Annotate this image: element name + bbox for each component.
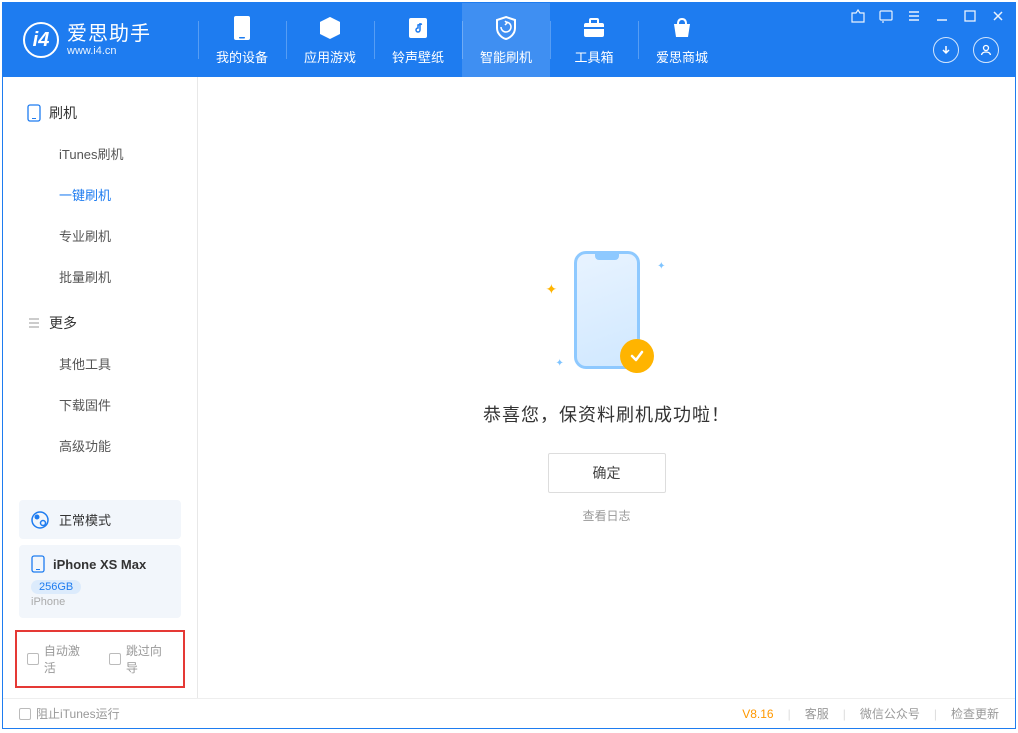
checkbox-box	[19, 708, 31, 720]
highlighted-checkbox-row: 自动激活 跳过向导	[15, 630, 185, 688]
download-button[interactable]	[933, 37, 959, 63]
feedback-icon[interactable]	[879, 9, 893, 23]
app-title: 爱思助手	[67, 23, 151, 45]
tab-my-device[interactable]: 我的设备	[198, 3, 286, 77]
toolbox-icon	[581, 15, 607, 41]
user-controls	[933, 37, 999, 63]
device-type: iPhone	[31, 596, 169, 608]
success-message: 恭喜您，保资料刷机成功啦！	[483, 401, 730, 427]
tab-toolbox[interactable]: 工具箱	[550, 3, 638, 77]
titlebar: i4 爱思助手 www.i4.cn 我的设备 应用游戏 铃声壁纸 智能刷机	[3, 3, 1015, 77]
checkbox-box	[109, 653, 121, 665]
device-name: iPhone XS Max	[53, 557, 146, 572]
app-window: i4 爱思助手 www.i4.cn 我的设备 应用游戏 铃声壁纸 智能刷机	[2, 2, 1016, 729]
sidebar-item-download-firmware[interactable]: 下载固件	[3, 384, 197, 425]
window-controls	[851, 9, 1005, 23]
success-illustration: ✦ ✦ ✦	[542, 251, 672, 381]
app-subtitle: www.i4.cn	[67, 45, 151, 57]
music-icon	[405, 15, 431, 41]
device-icon	[27, 104, 41, 122]
sidebar-item-pro-flash[interactable]: 专业刷机	[3, 215, 197, 256]
menu-icon[interactable]	[907, 9, 921, 23]
tab-label: 爱思商城	[656, 47, 708, 66]
sidebar-bottom: 正常模式 iPhone XS Max 256GB iPhone 自动激活 跳过向…	[3, 494, 197, 698]
checkbox-label: 跳过向导	[126, 642, 173, 676]
sparkle-icon: ✦	[546, 281, 558, 298]
device-name-row: iPhone XS Max	[31, 555, 169, 573]
sidebar-item-advanced[interactable]: 高级功能	[3, 425, 197, 466]
section-title: 更多	[49, 313, 77, 333]
body: 刷机 iTunes刷机 一键刷机 专业刷机 批量刷机 更多 其他工具 下载固件 …	[3, 77, 1015, 698]
tab-store[interactable]: 爱思商城	[638, 3, 726, 77]
account-button[interactable]	[973, 37, 999, 63]
tab-label: 应用游戏	[304, 47, 356, 66]
tab-label: 工具箱	[574, 47, 613, 66]
nav-tabs: 我的设备 应用游戏 铃声壁纸 智能刷机 工具箱 爱思商城	[198, 3, 726, 77]
checkbox-auto-activate[interactable]: 自动激活	[27, 642, 91, 676]
store-icon	[669, 15, 695, 41]
storage-badge: 256GB	[31, 580, 81, 594]
phone-icon	[229, 15, 255, 41]
footer-right: V8.16 | 客服 | 微信公众号 | 检查更新	[742, 705, 999, 722]
logo-area: i4 爱思助手 www.i4.cn	[3, 3, 198, 77]
sidebar-item-batch-flash[interactable]: 批量刷机	[3, 256, 197, 297]
sidebar-section-more: 更多 其他工具 下载固件 高级功能	[3, 305, 197, 474]
section-title: 刷机	[49, 103, 77, 123]
device-card[interactable]: iPhone XS Max 256GB iPhone	[19, 545, 181, 618]
shield-icon	[493, 15, 519, 41]
tab-label: 铃声壁纸	[392, 47, 444, 66]
mode-label: 正常模式	[59, 510, 111, 529]
checkbox-label: 阻止iTunes运行	[36, 705, 120, 722]
sidebar-item-oneclick-flash[interactable]: 一键刷机	[3, 174, 197, 215]
minimize-button[interactable]	[935, 9, 949, 23]
sidebar-item-other-tools[interactable]: 其他工具	[3, 343, 197, 384]
footer-link-support[interactable]: 客服	[805, 705, 829, 722]
list-icon	[27, 316, 41, 330]
logo-icon: i4	[23, 22, 59, 58]
sidebar-item-itunes-flash[interactable]: iTunes刷机	[3, 133, 197, 174]
checkbox-skip-guide[interactable]: 跳过向导	[109, 642, 173, 676]
version-label: V8.16	[742, 707, 773, 721]
main-content: ✦ ✦ ✦ 恭喜您，保资料刷机成功啦！ 确定 查看日志	[198, 77, 1015, 698]
tab-apps[interactable]: 应用游戏	[286, 3, 374, 77]
maximize-button[interactable]	[963, 9, 977, 23]
footer-link-wechat[interactable]: 微信公众号	[860, 705, 920, 722]
logo-text: 爱思助手 www.i4.cn	[67, 23, 151, 57]
section-header-flash: 刷机	[3, 95, 197, 133]
cube-icon	[317, 15, 343, 41]
sidebar: 刷机 iTunes刷机 一键刷机 专业刷机 批量刷机 更多 其他工具 下载固件 …	[3, 77, 198, 698]
view-log-link[interactable]: 查看日志	[582, 507, 630, 524]
sparkle-icon: ✦	[556, 358, 564, 369]
tab-flash[interactable]: 智能刷机	[462, 3, 550, 77]
mode-icon	[31, 511, 49, 529]
sparkle-icon: ✦	[657, 261, 665, 272]
section-header-more: 更多	[3, 305, 197, 343]
titlebar-right	[851, 3, 1015, 77]
sidebar-section-flash: 刷机 iTunes刷机 一键刷机 专业刷机 批量刷机	[3, 95, 197, 305]
close-button[interactable]	[991, 9, 1005, 23]
tab-label: 我的设备	[216, 47, 268, 66]
footer: 阻止iTunes运行 V8.16 | 客服 | 微信公众号 | 检查更新	[3, 698, 1015, 728]
checkbox-block-itunes[interactable]: 阻止iTunes运行	[19, 705, 120, 722]
checkbox-label: 自动激活	[44, 642, 91, 676]
checkbox-box	[27, 653, 39, 665]
checkmark-badge-icon	[620, 339, 654, 373]
ok-button[interactable]: 确定	[548, 453, 666, 493]
tab-ringtones[interactable]: 铃声壁纸	[374, 3, 462, 77]
phone-small-icon	[31, 555, 45, 573]
mode-status-card[interactable]: 正常模式	[19, 500, 181, 539]
theme-icon[interactable]	[851, 9, 865, 23]
footer-link-update[interactable]: 检查更新	[951, 705, 999, 722]
tab-label: 智能刷机	[480, 47, 532, 66]
